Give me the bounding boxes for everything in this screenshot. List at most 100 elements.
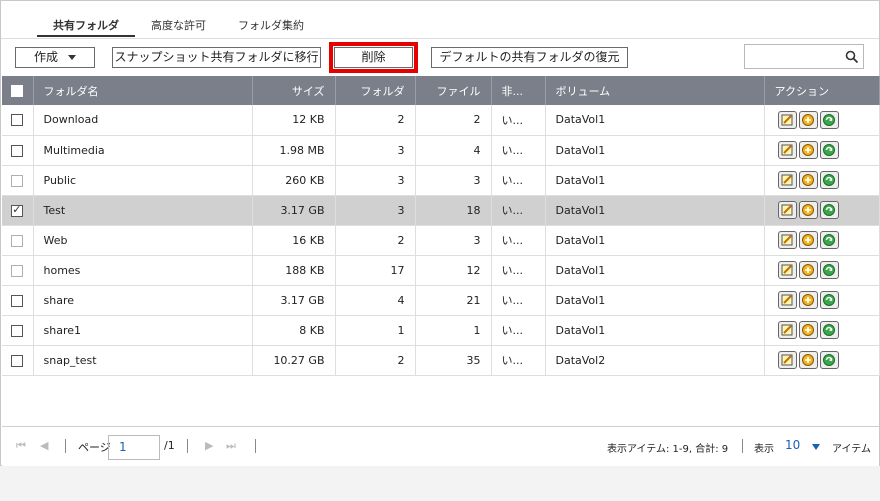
edit-button[interactable] bbox=[777, 351, 797, 369]
create-button[interactable]: 作成 bbox=[15, 47, 95, 68]
refresh-button[interactable] bbox=[819, 110, 839, 129]
next-page-icon[interactable]: ▶ bbox=[205, 439, 213, 452]
row-select-cell bbox=[2, 165, 34, 196]
refresh-button[interactable] bbox=[819, 291, 839, 309]
search-input[interactable] bbox=[745, 45, 841, 68]
migrate-snapshot-button[interactable]: スナップショット共有フォルダに移行 bbox=[112, 47, 321, 68]
folder-name[interactable]: Web bbox=[33, 225, 253, 256]
row-checkbox[interactable] bbox=[11, 174, 24, 187]
row-checkbox[interactable] bbox=[11, 354, 24, 367]
restore-default-folders-button[interactable]: デフォルトの共有フォルダの復元 bbox=[431, 47, 628, 68]
folder-name[interactable]: Multimedia bbox=[33, 135, 253, 166]
items-info: 表示アイテム: 1-9, 合計: 9 bbox=[607, 444, 729, 455]
volume-name: DataVol1 bbox=[545, 315, 765, 346]
edit-button[interactable] bbox=[777, 321, 797, 339]
permission-button[interactable] bbox=[798, 110, 818, 129]
folder-name[interactable]: Download bbox=[33, 105, 253, 136]
edit-button[interactable] bbox=[777, 201, 797, 219]
permission-button[interactable] bbox=[798, 141, 818, 159]
folder-name[interactable]: Public bbox=[33, 165, 253, 196]
page-label: ページ bbox=[78, 441, 111, 454]
hidden-flag: い... bbox=[491, 345, 546, 376]
column-header-files[interactable]: ファイル bbox=[415, 76, 492, 105]
permission-button[interactable] bbox=[798, 231, 818, 249]
file-count: 12 bbox=[415, 255, 492, 286]
chevron-down-icon[interactable] bbox=[812, 444, 820, 450]
folder-name[interactable]: share bbox=[33, 285, 253, 316]
row-checkbox[interactable] bbox=[11, 324, 24, 337]
select-all-checkbox[interactable] bbox=[11, 85, 24, 97]
column-header-size[interactable]: サイズ bbox=[252, 76, 336, 105]
file-count: 3 bbox=[415, 165, 492, 196]
refresh-button[interactable] bbox=[819, 171, 839, 189]
column-header-hidden[interactable]: 非... bbox=[491, 76, 546, 105]
table-row[interactable]: snap_test 10.27 GB 2 35 い... DataVol2 bbox=[2, 345, 880, 376]
first-page-icon[interactable]: ⏮ bbox=[16, 439, 26, 453]
refresh-button[interactable] bbox=[819, 141, 839, 159]
row-checkbox[interactable] bbox=[11, 203, 24, 217]
row-checkbox[interactable] bbox=[11, 264, 24, 277]
column-header-volume[interactable]: ボリューム bbox=[545, 76, 765, 105]
file-count: 2 bbox=[415, 105, 492, 136]
edit-button[interactable] bbox=[777, 231, 797, 249]
file-count: 3 bbox=[415, 225, 492, 256]
permission-button[interactable] bbox=[798, 291, 818, 309]
folder-name[interactable]: homes bbox=[33, 255, 253, 286]
edit-button[interactable] bbox=[777, 291, 797, 309]
tab-folder-aggregation[interactable]: フォルダ集約 bbox=[222, 15, 320, 37]
column-header-name[interactable]: フォルダ名 bbox=[33, 76, 253, 105]
table-row[interactable]: Multimedia 1.98 MB 3 4 い... DataVol1 bbox=[2, 135, 880, 166]
delete-button[interactable]: 削除 bbox=[329, 42, 418, 73]
row-checkbox[interactable] bbox=[11, 234, 24, 247]
refresh-button[interactable] bbox=[819, 351, 839, 369]
refresh-button[interactable] bbox=[819, 201, 839, 219]
refresh-button[interactable] bbox=[819, 321, 839, 339]
column-header-folders[interactable]: フォルダ bbox=[335, 76, 416, 105]
table-row[interactable]: share 3.17 GB 4 21 い... DataVol1 bbox=[2, 285, 880, 316]
table-row[interactable]: Public 260 KB 3 3 い... DataVol1 bbox=[2, 165, 880, 196]
row-select-cell bbox=[2, 285, 34, 316]
search-icon[interactable] bbox=[845, 50, 859, 64]
folder-name[interactable]: Test bbox=[33, 195, 253, 226]
folder-name[interactable]: snap_test bbox=[33, 345, 253, 376]
table-row[interactable]: homes 188 KB 17 12 い... DataVol1 bbox=[2, 255, 880, 286]
permission-icon bbox=[802, 234, 814, 246]
page-number-input[interactable]: 1 bbox=[108, 435, 160, 460]
file-count: 4 bbox=[415, 135, 492, 166]
edit-button[interactable] bbox=[777, 141, 797, 159]
folder-count: 3 bbox=[335, 165, 416, 196]
permission-button[interactable] bbox=[798, 351, 818, 369]
edit-icon bbox=[781, 294, 793, 306]
shared-folders-panel: 共有フォルダ 高度な許可 フォルダ集約 作成 スナップショット共有フォルダに移行… bbox=[0, 0, 880, 466]
table-row[interactable]: share1 8 KB 1 1 い... DataVol1 bbox=[2, 315, 880, 346]
row-checkbox[interactable] bbox=[11, 114, 24, 127]
table-row[interactable]: Download 12 KB 2 2 い... DataVol1 bbox=[2, 105, 880, 136]
edit-button[interactable] bbox=[777, 171, 797, 189]
items-per-page-select[interactable]: 10 bbox=[785, 438, 800, 452]
last-page-icon[interactable]: ⏭ bbox=[226, 439, 236, 453]
row-checkbox[interactable] bbox=[11, 144, 24, 157]
table-row[interactable]: Web 16 KB 2 3 い... DataVol1 bbox=[2, 225, 880, 256]
row-actions bbox=[764, 165, 880, 196]
tab-shared-folders[interactable]: 共有フォルダ bbox=[37, 15, 135, 37]
permission-button[interactable] bbox=[798, 321, 818, 339]
tab-bar: 共有フォルダ 高度な許可 フォルダ集約 bbox=[37, 15, 320, 37]
folder-name[interactable]: share1 bbox=[33, 315, 253, 346]
volume-name: DataVol1 bbox=[545, 105, 765, 136]
permission-button[interactable] bbox=[798, 201, 818, 219]
table-row[interactable]: Test3.17 GB318い...DataVol1 bbox=[2, 195, 880, 226]
tab-advanced-permissions[interactable]: 高度な許可 bbox=[135, 15, 222, 37]
permission-button[interactable] bbox=[798, 171, 818, 189]
edit-button[interactable] bbox=[777, 261, 797, 279]
row-checkbox[interactable] bbox=[11, 294, 24, 307]
row-select-cell bbox=[2, 105, 34, 136]
permission-icon bbox=[802, 264, 814, 276]
volume-name: DataVol1 bbox=[545, 165, 765, 196]
refresh-button[interactable] bbox=[819, 261, 839, 279]
row-actions bbox=[764, 315, 880, 346]
prev-page-icon[interactable]: ◀ bbox=[40, 439, 48, 452]
permission-button[interactable] bbox=[798, 261, 818, 279]
volume-name: DataVol1 bbox=[545, 285, 765, 316]
refresh-button[interactable] bbox=[819, 231, 839, 249]
edit-button[interactable] bbox=[777, 110, 797, 129]
